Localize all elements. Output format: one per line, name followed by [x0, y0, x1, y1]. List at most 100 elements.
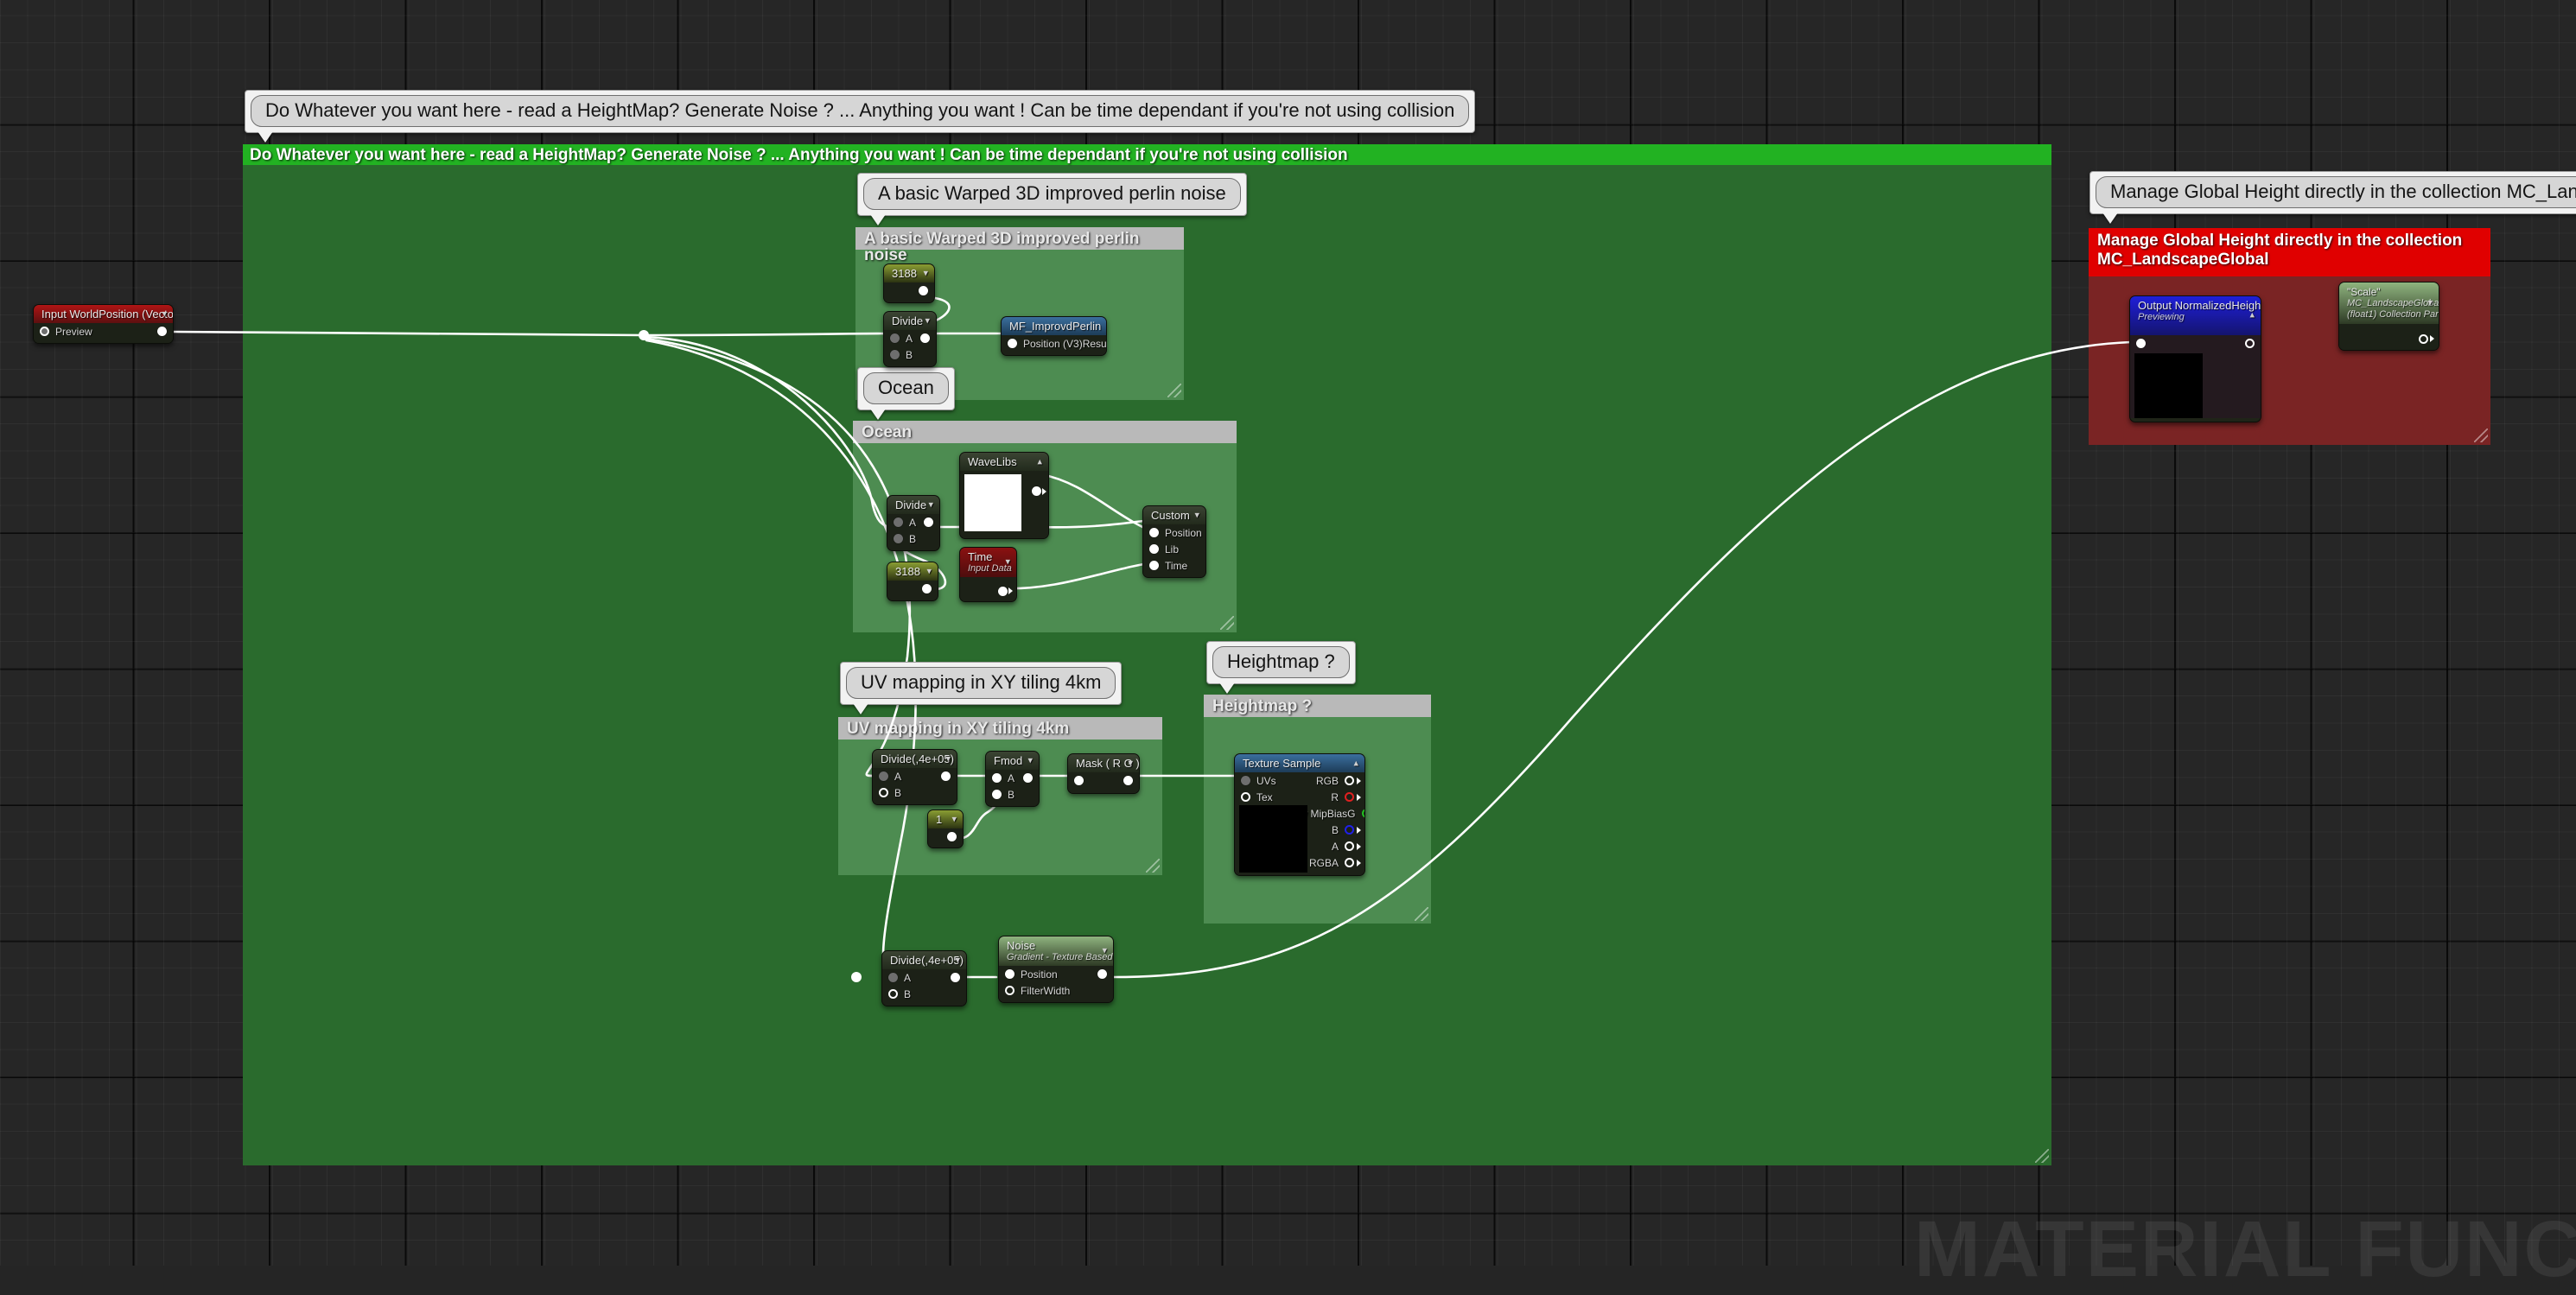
node-scale-collection-param[interactable]: "Scale" MC_LandscapeGlobal (float1) Coll…	[2338, 282, 2439, 352]
pin-row-a[interactable]: A	[986, 770, 1039, 786]
pin-row-b[interactable]: B	[887, 530, 939, 547]
input-pin-icon[interactable]	[879, 771, 888, 782]
input-pin-icon[interactable]	[1005, 986, 1014, 996]
output-pin-icon[interactable]	[1345, 858, 1354, 868]
node-custom[interactable]: Custom ▾ Position Lib Time	[1142, 505, 1206, 579]
chevron-down-icon[interactable]: ▾	[162, 309, 167, 319]
node-time[interactable]: Time Input Data ▾	[959, 547, 1017, 603]
pin-row-b[interactable]: B	[873, 784, 957, 801]
input-pin-icon[interactable]	[992, 790, 1002, 800]
output-pin-icon[interactable]	[922, 584, 932, 594]
pin-row-b[interactable]: B	[986, 786, 1039, 803]
output-pin-icon-blue[interactable]	[1345, 825, 1354, 835]
pin-row-a[interactable]: A	[873, 768, 957, 784]
output-pin-icon[interactable]	[919, 286, 928, 296]
output-pin-icon[interactable]	[947, 832, 957, 842]
chevron-up-icon[interactable]: ▴	[1037, 457, 1042, 467]
input-pin-icon[interactable]	[890, 350, 900, 360]
output-pin-icon[interactable]	[1032, 486, 1041, 497]
pin-row-io[interactable]	[1068, 772, 1139, 789]
chevron-down-icon[interactable]: ▾	[928, 500, 933, 510]
output-pin-icon[interactable]	[157, 327, 167, 337]
input-pin-icon[interactable]	[40, 327, 49, 337]
node-mask-rg[interactable]: Mask ( R G ) ▾	[1067, 753, 1140, 795]
chevron-down-icon[interactable]: ▾	[926, 567, 932, 576]
chevron-down-icon[interactable]: ▾	[945, 754, 951, 764]
node-perlin-constant[interactable]: 3188 ▾	[883, 263, 935, 304]
input-pin-icon[interactable]	[894, 534, 903, 544]
output-pin-icon-red[interactable]	[1345, 792, 1354, 803]
pin-row-a[interactable]: A	[882, 969, 966, 986]
input-pin-icon[interactable]	[888, 973, 898, 983]
pin-row-a[interactable]: A	[887, 514, 939, 530]
pin-row-out[interactable]	[887, 581, 938, 597]
chevron-down-icon[interactable]: ▾	[955, 955, 960, 965]
chevron-down-icon[interactable]: ▾	[923, 269, 928, 278]
pin-row-io[interactable]	[2130, 335, 2261, 352]
pin-row-position-result[interactable]: Position (V3) Result	[1002, 335, 1106, 352]
pin-row-a[interactable]: A	[884, 330, 936, 346]
pin-row-preview[interactable]: Preview	[34, 323, 173, 340]
input-pin-icon[interactable]	[1149, 561, 1159, 571]
output-pin-icon[interactable]	[941, 771, 951, 782]
output-pin-icon[interactable]	[951, 973, 960, 983]
input-pin-icon[interactable]	[1074, 776, 1084, 786]
input-pin-icon[interactable]	[1008, 339, 1017, 349]
resize-handle-icon[interactable]	[1146, 859, 1160, 873]
node-wavelibs[interactable]: WaveLibs ▴	[959, 452, 1049, 540]
resize-handle-icon[interactable]	[1220, 616, 1234, 630]
input-pin-icon[interactable]	[890, 333, 900, 344]
input-pin-icon[interactable]	[888, 989, 898, 1000]
chevron-down-icon[interactable]: ▾	[1027, 756, 1033, 765]
output-pin-icon[interactable]	[1345, 776, 1354, 786]
node-uv-constant-one[interactable]: 1 ▾	[927, 809, 964, 849]
input-pin-icon[interactable]	[879, 788, 888, 798]
resize-handle-icon[interactable]	[1415, 907, 1428, 921]
input-pin-icon[interactable]	[992, 773, 1002, 784]
node-mf-improvd-perlin[interactable]: MF_ImprovdPerlin Position (V3) Result	[1001, 316, 1107, 357]
input-pin-icon[interactable]	[1241, 792, 1250, 803]
pin-row-time[interactable]: Time	[1143, 557, 1205, 574]
pin-row-lib[interactable]: Lib	[1143, 541, 1205, 557]
chevron-down-icon[interactable]: ▾	[2427, 298, 2433, 308]
output-pin-icon[interactable]	[2419, 334, 2428, 345]
node-input-world-position[interactable]: Input WorldPosition (Vector3) ▾ Preview	[33, 304, 174, 345]
node-ocean-divide[interactable]: Divide ▾ A B	[887, 495, 940, 552]
output-pin-icon[interactable]	[920, 333, 930, 344]
pin-row-tex[interactable]: Tex R	[1235, 789, 1364, 805]
node-ocean-constant[interactable]: 3188 ▾	[887, 562, 938, 602]
chevron-down-icon[interactable]: ▾	[951, 815, 957, 824]
pin-row-out[interactable]	[928, 828, 963, 845]
pin-row-b[interactable]: B	[882, 986, 966, 1002]
input-pin-icon[interactable]	[2136, 339, 2146, 349]
pin-row-position[interactable]: Position	[1143, 524, 1205, 541]
chevron-up-icon[interactable]: ▴	[1353, 759, 1358, 768]
pin-row-uvs[interactable]: UVs RGB	[1235, 772, 1364, 789]
chevron-down-icon[interactable]: ▾	[1005, 557, 1010, 568]
output-pin-icon[interactable]	[1123, 776, 1133, 786]
input-pin-icon[interactable]	[1149, 544, 1159, 555]
chevron-up-icon[interactable]: ▴	[2249, 310, 2255, 321]
output-pin-icon[interactable]	[1097, 969, 1107, 980]
node-texture-sample[interactable]: Texture Sample ▴ UVs RGB Tex R MipBias G…	[1234, 753, 1365, 877]
input-pin-icon[interactable]	[1005, 969, 1014, 980]
chevron-down-icon[interactable]: ▾	[1102, 946, 1107, 956]
node-noise[interactable]: Noise Gradient - Texture Based ▾ Positio…	[998, 936, 1114, 1004]
chevron-down-icon[interactable]: ▾	[925, 316, 930, 326]
input-pin-icon[interactable]	[1149, 528, 1159, 538]
pin-row-position[interactable]: Position	[999, 966, 1113, 982]
chevron-down-icon[interactable]: ▾	[1194, 511, 1199, 520]
node-bottom-divide[interactable]: Divide(,4e+05) ▾ A B	[881, 950, 967, 1007]
resize-handle-icon[interactable]	[1167, 384, 1181, 397]
node-output-normalized-height[interactable]: Output NormalizedHeight Previewing ▴	[2129, 295, 2261, 423]
output-pin-icon[interactable]	[924, 517, 933, 528]
pin-row-out[interactable]	[884, 282, 934, 299]
chevron-down-icon[interactable]: ▾	[1128, 759, 1133, 768]
node-fmod[interactable]: Fmod ▾ A B	[985, 751, 1040, 808]
resize-handle-icon[interactable]	[2035, 1149, 2049, 1163]
output-pin-icon[interactable]	[1023, 773, 1033, 784]
input-pin-icon[interactable]	[1241, 776, 1250, 786]
output-pin-icon[interactable]	[998, 587, 1008, 597]
pin-row-b[interactable]: B	[884, 346, 936, 363]
node-uv-divide[interactable]: Divide(,4e+05) ▾ A B	[872, 749, 957, 806]
